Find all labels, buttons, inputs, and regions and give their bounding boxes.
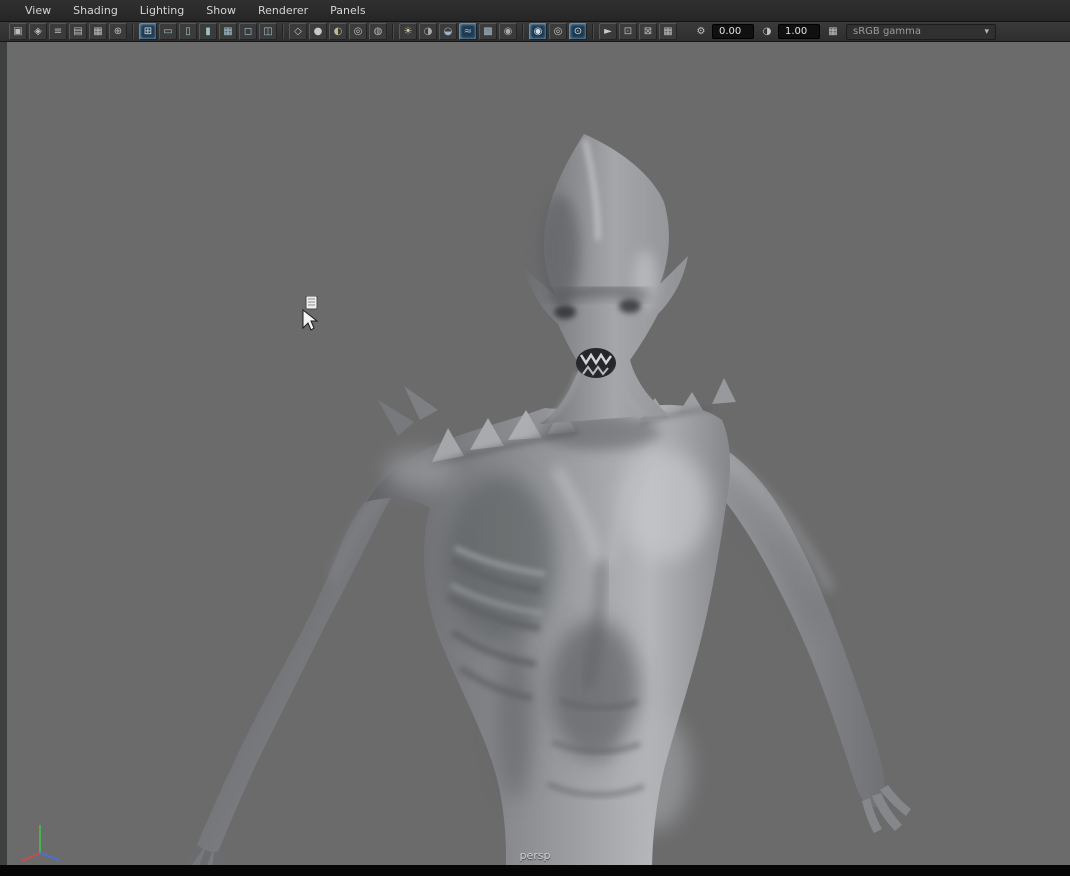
film-gate-icon[interactable]: ▭ [159,23,177,40]
camera-name-label: persp [0,849,1070,862]
view-transform-value: sRGB gamma [853,26,921,37]
wireframe-on-shaded-icon[interactable]: ◍ [369,23,387,40]
axis-gizmo [16,815,66,863]
grid-icon[interactable]: ⊞ [139,23,157,40]
xray-joints-icon[interactable]: ⊙ [569,23,587,40]
bookmarks-icon[interactable]: ▤ [69,23,87,40]
exposure-field[interactable]: 0.00 [712,24,754,39]
cursor-hint-icon [306,296,317,309]
view-transform-dropdown[interactable]: sRGB gamma ▾ [846,24,996,40]
snapshot-icon[interactable]: ▦ [659,23,677,40]
multisampling-icon[interactable]: ▩ [479,23,497,40]
split-layout-icon[interactable]: ⊠ [639,23,657,40]
maya-window: View Shading Lighting Show Renderer Pane… [0,0,1070,876]
depth-of-field-icon[interactable]: ◉ [499,23,517,40]
motion-blur-icon[interactable]: ≈ [459,23,477,40]
smooth-shade-icon[interactable]: ● [309,23,327,40]
panel-menubar: View Shading Lighting Show Renderer Pane… [0,0,1070,22]
exposure-gear-icon[interactable]: ⚙ [693,23,709,40]
image-plane-icon[interactable]: ▦ [89,23,107,40]
field-chart-icon[interactable]: ▦ [219,23,237,40]
select-camera-icon[interactable]: ▣ [9,23,27,40]
menu-shading[interactable]: Shading [62,0,129,22]
cursor-arrow-icon [303,310,317,330]
isolate-select-icon[interactable]: ◉ [529,23,547,40]
toolbar-right-cluster: ⚙ 0.00 ◑ 1.00 ▦ sRGB gamma ▾ [692,23,996,40]
gate-mask-icon[interactable]: ▮ [199,23,217,40]
select-mode-icon[interactable]: ► [599,23,617,40]
menu-panels[interactable]: Panels [319,0,376,22]
gamma-icon[interactable]: ◑ [759,23,775,40]
resolution-gate-icon[interactable]: ▯ [179,23,197,40]
menu-lighting[interactable]: Lighting [129,0,195,22]
safe-title-icon[interactable]: ◫ [259,23,277,40]
textured-icon[interactable]: ◐ [329,23,347,40]
safe-action-icon[interactable]: ◻ [239,23,257,40]
camera-attributes-icon[interactable]: ≡ [49,23,67,40]
viewport[interactable]: persp [0,42,1070,876]
use-all-lights-icon[interactable]: ☀ [399,23,417,40]
menu-view[interactable]: View [14,0,62,22]
lock-camera-icon[interactable]: ◈ [29,23,47,40]
toolbar-icon-groups: ▣◈≡▤▦⊕⊞▭▯▮▦◻◫◇●◐◎◍☀◑◒≈▩◉◉◎⊙►⊡⊠▦ [8,23,678,40]
shadows-icon[interactable]: ◑ [419,23,437,40]
pan-zoom-2d-icon[interactable]: ⊕ [109,23,127,40]
menu-renderer[interactable]: Renderer [247,0,319,22]
xray-icon[interactable]: ◎ [549,23,567,40]
creature-model[interactable] [0,42,1070,876]
wireframe-icon[interactable]: ◇ [289,23,307,40]
viewport-toolbar: ▣◈≡▤▦⊕⊞▭▯▮▦◻◫◇●◐◎◍☀◑◒≈▩◉◉◎⊙►⊡⊠▦ ⚙ 0.00 ◑… [0,22,1070,42]
gamma-field[interactable]: 1.00 [778,24,820,39]
menu-show[interactable]: Show [195,0,247,22]
viewport-bottom-edge [0,865,1070,876]
toolbar-separator [522,24,524,39]
default-material-icon[interactable]: ◎ [349,23,367,40]
chevron-down-icon: ▾ [984,27,989,37]
toolbar-separator [132,24,134,39]
toolbar-separator [392,24,394,39]
screen-space-ao-icon[interactable]: ◒ [439,23,457,40]
viewport-left-edge [0,42,7,876]
cursor-pointer [298,296,326,332]
toolbar-separator [282,24,284,39]
color-management-icon[interactable]: ▦ [825,23,841,40]
toolbar-separator [592,24,594,39]
duplicate-layout-icon[interactable]: ⊡ [619,23,637,40]
